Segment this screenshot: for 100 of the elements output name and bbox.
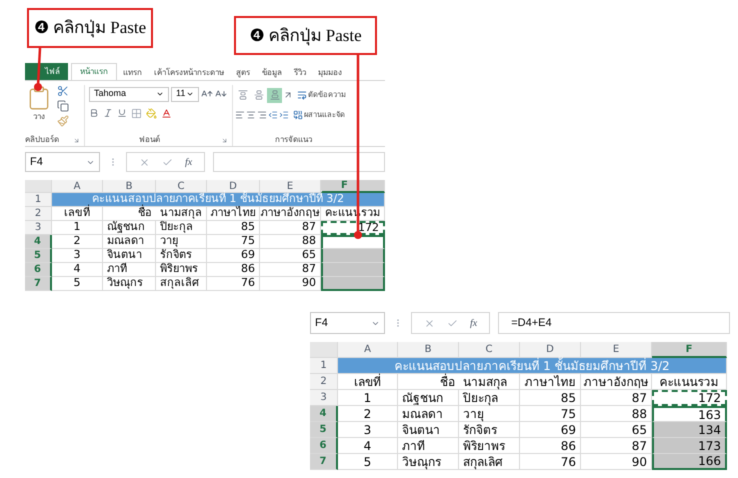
- table-cell: จินตนา: [398, 422, 459, 438]
- caret-icon: [156, 90, 164, 98]
- align-left-icon[interactable]: [235, 110, 245, 120]
- merge-icon: [293, 110, 303, 120]
- ribbon-tab[interactable]: ไฟล์: [25, 63, 68, 80]
- row-header[interactable]: 6: [310, 438, 338, 454]
- callout-text: ❹ คลิกปุ่ม Paste: [34, 17, 146, 40]
- cancel-icon[interactable]: [139, 156, 150, 168]
- wrap-text-icon: [297, 90, 307, 100]
- table-cell: 1: [338, 390, 398, 406]
- column-header[interactable]: E: [260, 180, 321, 193]
- header-cell: ภาษาไทย: [520, 374, 581, 390]
- cancel-icon[interactable]: [424, 318, 435, 328]
- increase-indent-icon[interactable]: [279, 110, 289, 120]
- table-cell: วิษณุกร: [103, 277, 156, 291]
- table-cell: วายุ: [459, 406, 520, 422]
- ribbon-tab[interactable]: เค้าโครงหน้ากระดาษ: [148, 65, 230, 80]
- row-header[interactable]: 2: [25, 207, 52, 221]
- table-cell: 4: [338, 438, 398, 454]
- row-header[interactable]: 5: [310, 422, 338, 438]
- row-header[interactable]: 6: [25, 263, 52, 277]
- ribbon-tab[interactable]: รีวิว: [288, 65, 312, 80]
- borders-icon[interactable]: [131, 108, 142, 118]
- table-cell: ปิยะกุล: [459, 390, 520, 406]
- row-header[interactable]: 1: [25, 193, 52, 207]
- column-header[interactable]: F: [652, 342, 727, 358]
- underline-icon[interactable]: [117, 108, 127, 118]
- group-label: การจัดแนว: [275, 134, 312, 146]
- align-right-icon[interactable]: [257, 110, 267, 120]
- row-header[interactable]: 3: [25, 221, 52, 235]
- group-label: คลิปบอร์ด: [25, 134, 59, 146]
- row-header[interactable]: 7: [310, 454, 338, 470]
- enter-icon[interactable]: [162, 156, 173, 168]
- column-header[interactable]: C: [156, 180, 207, 193]
- italic-icon[interactable]: [103, 108, 113, 118]
- column-header[interactable]: B: [103, 180, 156, 193]
- vertical-align-button[interactable]: [267, 88, 282, 102]
- table-cell: วิษณุกร: [398, 454, 459, 470]
- callout-text: ❹ คลิกปุ่ม Paste: [249, 24, 362, 48]
- column-header[interactable]: A: [52, 180, 103, 193]
- row-header[interactable]: 4: [25, 235, 52, 249]
- group-label: ฟอนต์: [139, 134, 160, 146]
- table-cell: 134: [652, 422, 727, 438]
- table-cell: 2: [52, 235, 103, 249]
- header-cell: คะแนนรวม: [652, 374, 727, 390]
- table-cell: ภาที: [103, 263, 156, 277]
- row-header[interactable]: 2: [310, 374, 338, 390]
- table-cell: 69: [207, 249, 260, 263]
- row-header[interactable]: 1: [310, 358, 338, 374]
- ribbon-tab[interactable]: สูตร: [230, 65, 256, 80]
- row-header[interactable]: 7: [25, 277, 52, 291]
- fill-color-icon[interactable]: [146, 108, 157, 118]
- table-cell: 3: [338, 422, 398, 438]
- ribbon-tab[interactable]: แทรก: [117, 65, 148, 80]
- column-header[interactable]: B: [398, 342, 459, 358]
- font-color-icon[interactable]: [161, 108, 172, 118]
- row-header[interactable]: 5: [25, 249, 52, 263]
- copy-icon[interactable]: [57, 100, 69, 112]
- paste-button[interactable]: วาง: [25, 85, 53, 134]
- font-size-field[interactable]: 11: [171, 86, 199, 102]
- dialog-launcher-icon[interactable]: [73, 136, 80, 144]
- font-name-field[interactable]: Tahoma: [89, 86, 169, 102]
- column-header[interactable]: D: [520, 342, 581, 358]
- table-cell: 75: [207, 235, 260, 249]
- dialog-launcher-icon[interactable]: [221, 136, 228, 144]
- row-header[interactable]: 4: [310, 406, 338, 422]
- caret-icon: [186, 90, 194, 98]
- cut-icon[interactable]: [57, 85, 69, 97]
- column-header[interactable]: D: [207, 180, 260, 193]
- table-cell: 76: [207, 277, 260, 291]
- decrease-indent-icon[interactable]: [268, 110, 278, 120]
- formula-bar-field[interactable]: [213, 152, 385, 172]
- row-header[interactable]: 3: [310, 390, 338, 406]
- header-cell: นามสกุล: [156, 207, 207, 221]
- insert-function-button[interactable]: fx: [470, 316, 478, 330]
- table-cell: 87: [581, 390, 652, 406]
- header-cell: ชื่อ: [103, 207, 156, 221]
- ribbon-tab[interactable]: ข้อมูล: [256, 65, 288, 80]
- column-header[interactable]: C: [459, 342, 520, 358]
- column-header[interactable]: F: [321, 180, 385, 193]
- table-cell: รักจิตร: [459, 422, 520, 438]
- table-cell: พิริยาพร: [459, 438, 520, 454]
- column-header[interactable]: E: [581, 342, 652, 358]
- column-header[interactable]: A: [338, 342, 398, 358]
- name-box[interactable]: F4: [310, 312, 385, 334]
- table-cell: รักจิตร: [156, 249, 207, 263]
- table-cell: มณลดา: [398, 406, 459, 422]
- name-box[interactable]: F4: [25, 152, 100, 172]
- orientation-icon[interactable]: [283, 90, 293, 100]
- ribbon-tab[interactable]: มุมมอง: [312, 65, 348, 80]
- table-cell: 5: [338, 454, 398, 470]
- bold-icon[interactable]: [89, 108, 99, 118]
- align-center-icon[interactable]: [246, 110, 256, 120]
- formula-bar-field[interactable]: =D4+E4: [498, 312, 730, 334]
- header-cell: ภาษาไทย: [207, 207, 260, 221]
- table-cell: 87: [260, 221, 321, 235]
- insert-function-button[interactable]: fx: [185, 154, 192, 170]
- table-cell: วายุ: [156, 235, 207, 249]
- enter-icon[interactable]: [447, 318, 458, 328]
- ribbon-tab[interactable]: หน้าแรก: [71, 63, 117, 80]
